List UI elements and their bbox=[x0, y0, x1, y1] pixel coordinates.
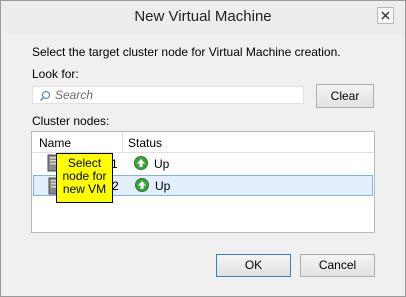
ok-button[interactable]: OK bbox=[216, 254, 291, 277]
up-arrow-icon bbox=[135, 178, 149, 192]
column-divider[interactable] bbox=[122, 132, 123, 152]
cluster-nodes-label: Cluster nodes: bbox=[32, 114, 110, 128]
column-header-name[interactable]: Name bbox=[39, 136, 71, 150]
look-for-label: Look for: bbox=[32, 67, 79, 81]
search-field[interactable] bbox=[32, 86, 304, 104]
node-name: 2 bbox=[112, 179, 119, 193]
up-arrow-icon bbox=[134, 156, 148, 170]
close-icon bbox=[381, 11, 390, 20]
title-bar[interactable]: New Virtual Machine bbox=[1, 1, 405, 34]
search-input[interactable] bbox=[55, 87, 295, 103]
window-title: New Virtual Machine bbox=[134, 8, 272, 25]
node-status: Up bbox=[155, 179, 171, 193]
column-header-status[interactable]: Status bbox=[128, 136, 162, 150]
clear-button[interactable]: Clear bbox=[316, 84, 374, 108]
dialog-window: New Virtual Machine Select the target cl… bbox=[0, 0, 406, 297]
cancel-button[interactable]: Cancel bbox=[300, 254, 375, 277]
close-button[interactable] bbox=[377, 7, 394, 24]
callout-line: new VM bbox=[62, 182, 107, 196]
node-status: Up bbox=[154, 157, 170, 171]
annotation-callout: Select node for new VM bbox=[56, 153, 113, 203]
list-header: Name Status bbox=[32, 132, 374, 153]
instruction-text: Select the target cluster node for Virtu… bbox=[32, 45, 341, 59]
search-icon bbox=[39, 90, 51, 102]
